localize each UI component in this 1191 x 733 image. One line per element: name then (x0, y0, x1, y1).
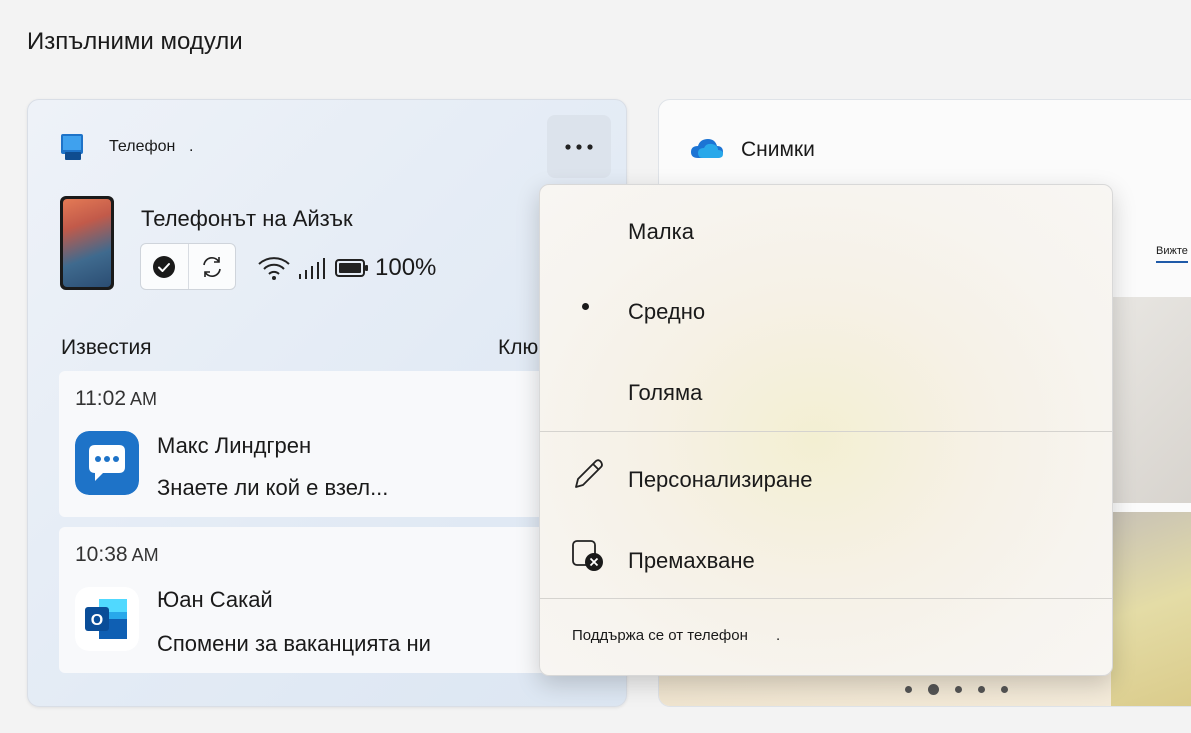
menu-item-customize[interactable]: Персонализиране (628, 467, 813, 493)
notification-message: Знаете ли кой е взел... (157, 475, 389, 500)
sync-button[interactable] (187, 244, 236, 289)
sync-icon (202, 256, 221, 277)
photo-pager (905, 684, 1008, 695)
pager-dot[interactable] (905, 686, 912, 693)
menu-divider (540, 431, 1112, 432)
menu-footer-dot: . (776, 627, 781, 644)
widget-app-name: Телефон (109, 138, 176, 155)
menu-item-remove[interactable]: Премахване (628, 548, 755, 574)
phone-name: Телефонът на Айзък (141, 206, 353, 231)
more-dots-icon (565, 143, 593, 150)
tab-see[interactable]: Вижте (1156, 245, 1188, 263)
menu-footer-text: Поддържа се от телефон (572, 627, 748, 644)
outlook-app-icon: O (75, 587, 139, 651)
svg-text:O: O (91, 612, 103, 629)
pager-dot-active[interactable] (928, 684, 939, 695)
notification-time: 10:38 AM (75, 543, 159, 566)
photo-thumbnail[interactable] (1111, 512, 1191, 706)
battery-icon (335, 259, 368, 277)
pager-dot[interactable] (978, 686, 985, 693)
menu-item-large[interactable]: Голяма (628, 380, 702, 406)
phone-thumbnail (60, 196, 114, 290)
notifications-heading: Известия (61, 336, 152, 359)
pencil-icon (575, 459, 603, 488)
messages-app-icon (75, 431, 139, 495)
more-options-button[interactable] (547, 115, 611, 178)
app-name-dot: . (189, 138, 194, 155)
selected-bullet-icon (582, 303, 589, 310)
menu-item-small[interactable]: Малка (628, 219, 694, 245)
notification-time: 11:02 AM (75, 387, 157, 410)
menu-item-medium[interactable]: Средно (628, 299, 705, 325)
notification-item[interactable]: 10:38 AM O Юан Сакай Спомени за ваканцият… (59, 527, 579, 673)
notification-sender: Макс Линдгрен (157, 433, 312, 458)
remove-widget-icon (572, 540, 603, 571)
notification-sender: Юан Сакай (157, 587, 273, 612)
signal-icon (299, 258, 325, 279)
phone-widget: Телефон . Телефонът на Айзък 100% Извест… (27, 99, 627, 707)
menu-divider (540, 598, 1112, 599)
photos-title: Снимки (741, 138, 815, 161)
phone-action-buttons (140, 243, 236, 290)
widget-context-menu: Малка Средно Голяма Персонализиране Прем… (539, 184, 1113, 676)
pager-dot[interactable] (1001, 686, 1008, 693)
pager-dot[interactable] (955, 686, 962, 693)
notification-message: Спомени за ваканцията ни (157, 631, 431, 656)
onedrive-cloud-icon (691, 139, 723, 158)
battery-percentage: 100% (375, 254, 437, 281)
phone-status-row: 100% (257, 252, 436, 284)
page-title: Изпълними модули (27, 28, 243, 55)
phone-link-app-icon (61, 134, 83, 160)
check-circle-icon (153, 255, 176, 278)
wifi-icon (258, 257, 290, 280)
connected-button[interactable] (141, 244, 188, 289)
notification-item[interactable]: 11:02 AM Макс Линдгрен Знаете ли кой е вз… (59, 371, 579, 517)
photo-thumbnail[interactable] (1111, 297, 1191, 503)
